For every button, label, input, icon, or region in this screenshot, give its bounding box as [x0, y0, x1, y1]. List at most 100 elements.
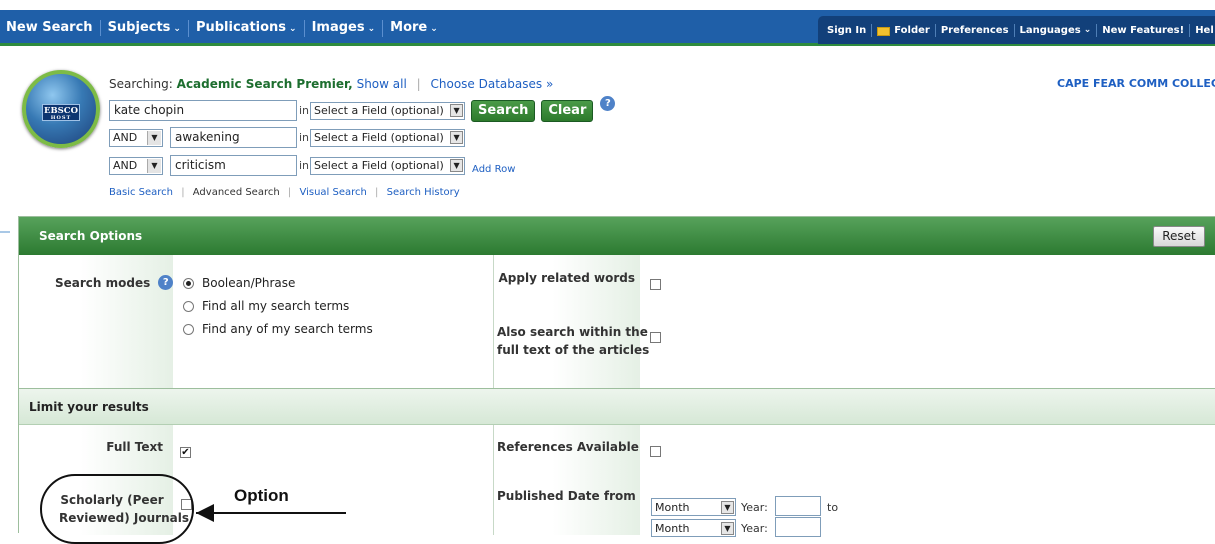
languages-link[interactable]: Languages ⌄	[1015, 23, 1098, 37]
visual-search-link[interactable]: Visual Search	[299, 187, 366, 198]
limits-column	[173, 425, 494, 535]
chevron-down-icon: ⌄	[367, 23, 376, 34]
search-row-1: kate chopin in Select a Field (optional)…	[109, 96, 616, 122]
dropdown-arrow-icon: ▼	[450, 159, 464, 172]
show-all-link[interactable]: Show all	[357, 77, 407, 91]
top-navigation-bar: New Search Subjects ⌄ Publications ⌄ Image…	[0, 10, 1215, 46]
boolean-operator-select-3[interactable]: AND ▼	[109, 156, 163, 175]
year-label: Year:	[741, 501, 768, 514]
help-icon[interactable]: ?	[158, 275, 174, 290]
separator: |	[181, 187, 185, 198]
searching-label: Searching:	[109, 77, 173, 91]
logo-line2: HOST	[50, 115, 72, 121]
field-select-1[interactable]: Select a Field (optional) ▼	[310, 101, 466, 120]
separator: |	[287, 187, 292, 198]
institution-name: CAPE FEAR COMM COLLEG	[1057, 77, 1215, 90]
mode-find-all[interactable]: Find all my search terms	[183, 299, 349, 313]
folder-link[interactable]: Folder	[872, 23, 936, 37]
mode-boolean-phrase[interactable]: Boolean/Phrase	[183, 276, 295, 290]
nav-images[interactable]: Images ⌄	[305, 19, 384, 37]
search-button[interactable]: Search	[471, 99, 536, 122]
limit-results-header: Limit your results	[19, 389, 1215, 425]
published-from-year-input[interactable]	[775, 496, 821, 516]
search-term-input-1[interactable]: kate chopin	[109, 100, 297, 121]
full-text-label: Full Text	[106, 440, 163, 454]
folder-label: Folder	[894, 24, 930, 36]
advanced-search-current: Advanced Search	[192, 187, 280, 198]
references-available-checkbox[interactable]	[650, 446, 661, 457]
published-to-year-input[interactable]	[775, 517, 821, 537]
published-to-month-select[interactable]: Month ▼	[651, 519, 736, 537]
annotation-arrow-icon	[196, 504, 214, 522]
database-name: Academic Search Premier,	[176, 77, 353, 91]
add-row-link[interactable]: Add Row	[472, 164, 515, 175]
nav-subjects[interactable]: Subjects ⌄	[101, 19, 189, 37]
dropdown-arrow-icon: ▼	[721, 500, 734, 514]
basic-search-link[interactable]: Basic Search	[109, 187, 173, 198]
ebscohost-logo[interactable]: EBSCO HOST	[22, 70, 100, 148]
also-search-fulltext-checkbox[interactable]	[650, 332, 661, 343]
field-select-3[interactable]: Select a Field (optional) ▼	[310, 156, 466, 175]
dropdown-arrow-icon: ▼	[450, 131, 464, 144]
references-available-label: References Available	[497, 440, 639, 454]
preferences-link[interactable]: Preferences	[936, 23, 1015, 37]
search-options-header: Search Options Reset	[19, 217, 1215, 255]
separator: |	[375, 187, 379, 198]
month-value: Month	[655, 500, 690, 514]
chevron-down-icon: ⌄	[173, 23, 181, 34]
utility-nav: Sign In Folder Preferences Languages ⌄ Ne…	[818, 16, 1215, 44]
search-options-panel: Search Options Reset Search modes ? Bool…	[18, 216, 1215, 537]
radio-selected-icon	[183, 277, 194, 289]
nav-new-search[interactable]: New Search	[6, 20, 101, 36]
field-select-value: Select a Field (optional)	[314, 104, 444, 117]
search-row-2: AND ▼ awakening in Select a Field (option…	[109, 127, 466, 148]
field-select-value: Select a Field (optional)	[314, 131, 444, 144]
help-link[interactable]: Hel	[1190, 24, 1215, 37]
search-modes-section: Search modes ? Boolean/Phrase Find all m…	[19, 255, 1215, 389]
apply-related-words-checkbox[interactable]	[650, 279, 661, 290]
searching-line: Searching: Academic Search Premier, Show…	[109, 77, 553, 91]
to-label: to	[827, 501, 839, 514]
nav-images-label: Images	[311, 19, 365, 35]
annotation-label: Option	[234, 486, 289, 505]
radio-icon	[183, 300, 194, 312]
published-date-label: Published Date from	[497, 489, 636, 503]
new-features-link[interactable]: New Features!	[1097, 23, 1191, 37]
mode-label: Boolean/Phrase	[202, 276, 296, 290]
nav-publications[interactable]: Publications ⌄	[189, 19, 305, 37]
choose-databases-link[interactable]: Choose Databases »	[431, 77, 554, 91]
also-search-line2: full text of the articles	[497, 343, 650, 357]
chevron-down-icon: ⌄	[430, 23, 438, 34]
nav-subjects-label: Subjects	[107, 19, 171, 35]
also-search-line1: Also search within the	[497, 325, 648, 339]
full-text-checkbox[interactable]: ✔	[180, 447, 191, 458]
nav-publications-label: Publications	[195, 19, 287, 35]
search-modes-label: Search modes ?	[55, 275, 174, 290]
reset-button[interactable]: Reset	[1153, 226, 1205, 247]
dropdown-arrow-icon: ▼	[450, 104, 464, 117]
field-select-2[interactable]: Select a Field (optional) ▼	[310, 128, 466, 147]
sign-in-link[interactable]: Sign In	[818, 23, 873, 37]
search-term-input-3[interactable]: criticism	[170, 155, 297, 176]
mode-find-any[interactable]: Find any of my search terms	[183, 322, 373, 336]
dropdown-arrow-icon: ▼	[147, 158, 161, 173]
main-nav: New Search Subjects ⌄ Publications ⌄ Image…	[6, 10, 445, 46]
help-icon[interactable]: ?	[600, 96, 616, 111]
nav-more-label: More	[390, 19, 428, 35]
search-row-3: AND ▼ criticism in Select a Field (option…	[109, 155, 515, 176]
nav-more[interactable]: More ⌄	[383, 20, 445, 37]
search-term-input-2[interactable]: awakening	[170, 127, 297, 148]
annotation-oval	[40, 474, 194, 544]
chevron-down-icon: ⌄	[1083, 24, 1092, 35]
published-from-month-select[interactable]: Month ▼	[651, 498, 736, 516]
apply-related-words-label: Apply related words	[498, 271, 635, 285]
boolean-operator-select-2[interactable]: AND ▼	[109, 128, 163, 147]
radio-icon	[183, 323, 194, 335]
search-history-link[interactable]: Search History	[387, 187, 460, 198]
clear-button[interactable]: Clear	[541, 99, 594, 122]
languages-label: Languages	[1019, 24, 1081, 36]
search-options-title: Search Options	[39, 229, 143, 243]
chevron-down-icon: ⌄	[289, 23, 297, 34]
mode-label: Find all my search terms	[202, 299, 350, 313]
search-modes-text: Search modes	[55, 275, 151, 290]
